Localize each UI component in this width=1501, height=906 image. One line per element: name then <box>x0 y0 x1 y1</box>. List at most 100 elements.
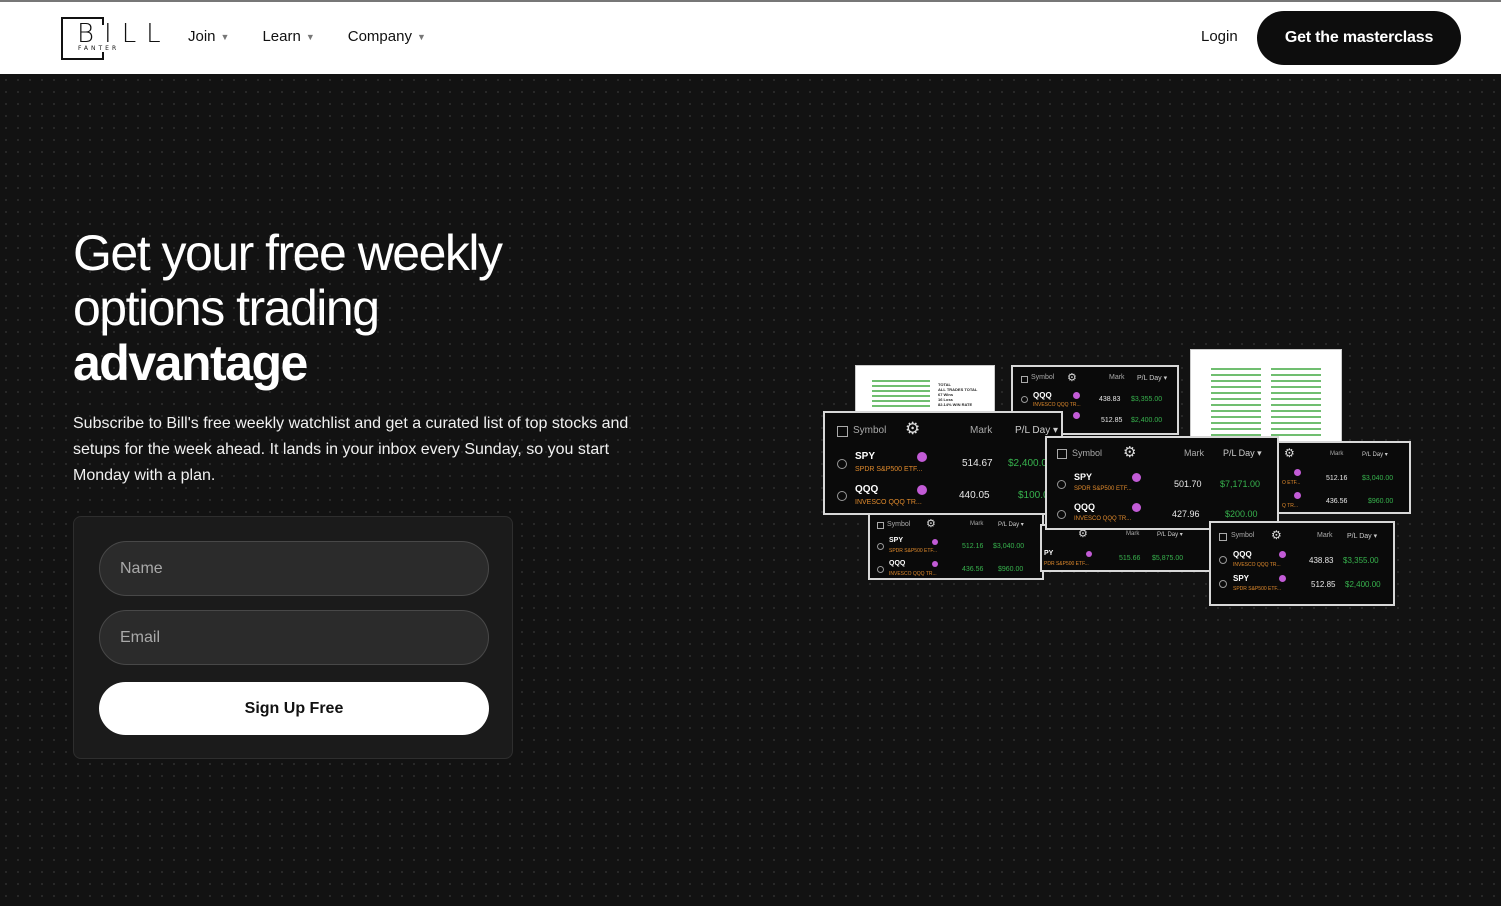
row-symbol: QQQ <box>889 560 906 567</box>
watchlist-panel-bottom-left: Symbol ⚙ Mark P/L Day ▾ SPY SPDR S&P500 … <box>868 513 1044 580</box>
pl-header: P/L Day ▾ <box>1347 533 1378 540</box>
checkbox-icon <box>877 522 884 529</box>
expand-icon <box>877 566 884 573</box>
symbol-header: Symbol <box>1031 374 1055 381</box>
row-mark: 440.05 <box>959 490 990 501</box>
row-symbol: SPY <box>1233 574 1250 583</box>
login-link[interactable]: Login <box>1201 28 1238 45</box>
nav-learn[interactable]: Learn ▼ <box>262 28 314 45</box>
expand-icon <box>1057 480 1066 489</box>
row-symbol: QQQ <box>1033 391 1052 400</box>
checkbox-icon <box>1219 533 1227 541</box>
badge-icon <box>1279 551 1286 558</box>
checkbox-icon <box>1021 376 1028 383</box>
row-mark: 427.96 <box>1172 509 1200 519</box>
sign-up-free-button[interactable]: Sign Up Free <box>99 682 489 735</box>
badge-icon <box>1294 492 1301 499</box>
row-pl: $3,040.00 <box>993 543 1025 550</box>
mark-header: Mark <box>1109 374 1125 381</box>
row-mark: 436.56 <box>1326 498 1348 505</box>
pl-header: P/L Day ▾ <box>1362 452 1388 458</box>
row-symbol: SPY <box>1074 472 1093 482</box>
badge-icon <box>932 561 938 567</box>
row-name: INVESCO QQQ TR... <box>1233 562 1281 568</box>
row-name: INVESCO QQQ TR... <box>889 571 937 577</box>
row-mark: 515.66 <box>1119 555 1141 562</box>
row-name: INVESCO QQQ TR... <box>1033 402 1081 408</box>
pl-header: P/L Day ▾ <box>1223 448 1262 458</box>
gear-icon: ⚙ <box>1284 446 1295 460</box>
email-input[interactable] <box>99 610 489 665</box>
row-name: Q TR... <box>1282 503 1299 509</box>
site-header: BILL FANTER Join ▼ Learn ▼ Company ▼ Log… <box>0 2 1501 74</box>
row-name: INVESCO QQQ TR... <box>1074 516 1132 522</box>
bill-fanter-logo[interactable]: BILL FANTER <box>61 15 161 61</box>
row-name: SPDR S&P500 ETF... <box>1074 486 1132 492</box>
nav-join-label: Join <box>188 28 216 45</box>
row-mark: 501.70 <box>1174 479 1202 489</box>
expand-icon <box>837 459 847 469</box>
expand-icon <box>1021 396 1028 403</box>
chevron-down-icon: ▼ <box>416 31 426 42</box>
badge-icon <box>1086 551 1092 557</box>
hero-title-line2: options trading <box>73 280 380 336</box>
nav-join[interactable]: Join ▼ <box>188 28 229 45</box>
row-symbol: SPY <box>889 537 904 544</box>
watchlist-panel-right-mid: ⚙ Mark P/L Day ▾ O ETF... 512.16 $3,040.… <box>1270 441 1411 514</box>
pl-header: P/L Day ▾ <box>1015 425 1058 436</box>
row-symbol: PY <box>1044 550 1054 557</box>
signup-form: Sign Up Free <box>73 516 513 759</box>
pl-header: P/L Day ▾ <box>1137 375 1168 382</box>
row-mark: 512.16 <box>962 543 984 550</box>
badge-icon <box>917 452 927 462</box>
row-pl: $5,875.00 <box>1152 555 1184 562</box>
badge-icon <box>917 485 927 495</box>
watchlist-panel-bottom-mid: ⚙ Mark P/L Day ▾ PY PDR S&P500 ETF... 51… <box>1040 524 1212 572</box>
main-nav: Join ▼ Learn ▼ Company ▼ <box>188 28 459 45</box>
row-mark: 438.83 <box>1309 556 1334 565</box>
expand-icon <box>877 543 884 550</box>
mark-header: Mark <box>1330 451 1344 457</box>
badge-icon <box>1279 575 1286 582</box>
row-pl: $3,355.00 <box>1131 396 1163 403</box>
row-name: SPDR S&P500 ETF... <box>1233 586 1282 592</box>
row-symbol: QQQ <box>1233 550 1252 559</box>
row-mark: 436.56 <box>962 566 984 573</box>
nav-company[interactable]: Company ▼ <box>348 28 426 45</box>
mark-header: Mark <box>970 425 993 436</box>
hero-title-strong: advantage <box>73 335 308 391</box>
expand-icon <box>837 491 847 501</box>
symbol-header: Symbol <box>1231 532 1255 539</box>
watchlist-panel-main-left: Symbol ⚙ Mark P/L Day ▾ SPY SPDR S&P500 … <box>823 411 1063 515</box>
watchlist-panel-main-center: Symbol ⚙ Mark P/L Day ▾ SPY SPDR S&P500 … <box>1045 436 1279 530</box>
expand-icon <box>1057 510 1066 519</box>
mark-header: Mark <box>970 521 984 527</box>
row-mark: 512.85 <box>1311 580 1336 589</box>
badge-icon <box>1132 473 1141 482</box>
row-name: PDR S&P500 ETF... <box>1044 561 1089 567</box>
mark-header: Mark <box>1317 532 1333 539</box>
row-name: SPDR S&P500 ETF... <box>855 466 923 473</box>
gear-icon: ⚙ <box>1271 528 1282 542</box>
gear-icon: ⚙ <box>905 419 921 438</box>
row-mark: 438.83 <box>1099 396 1121 403</box>
row-symbol: QQQ <box>1074 502 1096 512</box>
row-pl: $960.00 <box>1368 498 1394 505</box>
row-pl: $960.00 <box>998 566 1024 573</box>
pl-header: P/L Day ▾ <box>998 522 1024 528</box>
row-symbol: SPY <box>855 451 876 462</box>
trade-log-sheet-right <box>1190 349 1342 444</box>
row-pl: $100.0 <box>1018 490 1049 501</box>
trade-log-sheet-left: TOTAL ALL TRADES TOTAL 67 Wins 16 Loss 8… <box>855 365 995 417</box>
get-masterclass-button[interactable]: Get the masterclass <box>1257 11 1461 65</box>
row-pl: $3,355.00 <box>1343 556 1379 565</box>
hero-title: Get your free weekly options trading adv… <box>73 226 633 391</box>
row-mark: 512.85 <box>1101 417 1123 424</box>
gear-icon: ⚙ <box>1123 444 1137 461</box>
name-input[interactable] <box>99 541 489 596</box>
row-pl: $2,400.0 <box>1008 458 1047 469</box>
paper-win-rate: 82.14% WIN RATE <box>938 402 973 407</box>
logo-subtext: FANTER <box>78 45 120 52</box>
row-symbol: QQQ <box>855 484 879 495</box>
hero-description: Subscribe to Bill's free weekly watchlis… <box>73 415 629 484</box>
